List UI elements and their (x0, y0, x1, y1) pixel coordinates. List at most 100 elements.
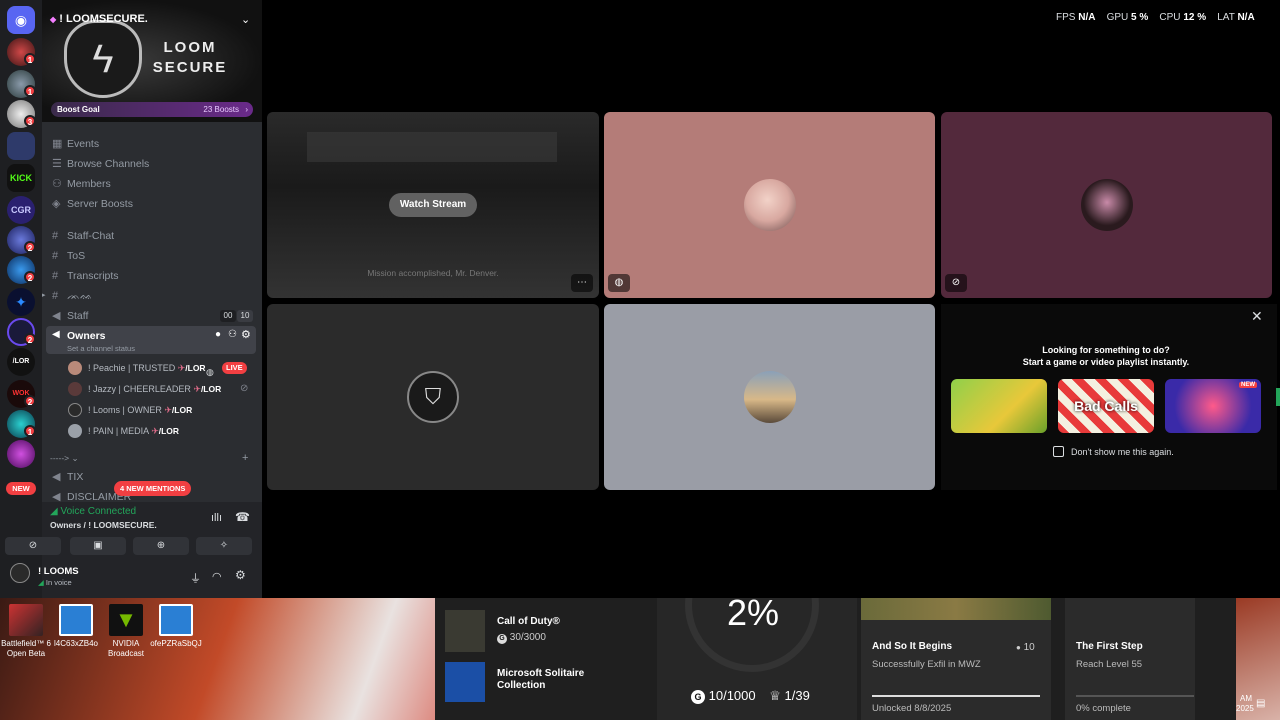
new-mentions-pill[interactable]: 4 NEW MENTIONS (114, 481, 192, 496)
participant-tile[interactable]: ⛉ (267, 304, 599, 490)
banner-text: LOOM SECURE (152, 39, 228, 76)
voice-stage: FPS N/A GPU 5 % CPU 12 % LAT N/A Watch S… (262, 0, 1280, 598)
edge-indicator (1276, 388, 1280, 406)
progress-percent: 2% (727, 592, 780, 633)
voice-user[interactable]: ! Looms | OWNER ✈/LOR (68, 400, 192, 420)
hashtag-icon: # (52, 230, 59, 242)
more-options-icon[interactable]: ⋯ (571, 274, 593, 292)
kick-server-icon[interactable]: KICK (7, 164, 35, 192)
screenshare-icon: ▣ (93, 540, 103, 551)
desktop-icon-file-2[interactable]: ofePZRaSbQJ (144, 604, 208, 649)
new-unreads-pill[interactable]: NEW (6, 482, 36, 495)
battlefield-icon (9, 604, 43, 636)
menu-server-boosts[interactable]: ◈ Server Boosts (50, 194, 254, 214)
channel-transcripts[interactable]: # Transcripts (50, 266, 254, 286)
camera-off-icon: ⊘ (28, 540, 38, 551)
stream-tile[interactable]: Watch Stream Mission accomplished, Mr. D… (267, 112, 599, 298)
participant-tile[interactable]: ◍ (604, 112, 935, 298)
signal-icon: ◢ (50, 506, 58, 517)
menu-events[interactable]: ▦ Events (50, 134, 254, 154)
solitaire-thumbnail (445, 662, 485, 702)
unread-badge: 2 (24, 333, 36, 345)
voice-channel-staff[interactable]: ◀ Staff 00 10 (50, 306, 254, 326)
discord-home-icon[interactable]: ◉ (7, 6, 35, 34)
voice-user[interactable]: ! PAIN | MEDIA ✈/LOR (68, 421, 179, 441)
speaker-icon: ◀ (52, 329, 60, 340)
stream-caption: Mission accomplished, Mr. Denver. (367, 268, 499, 278)
voice-user[interactable]: ! Peachie | TRUSTED ✈/LOR ◍ LIVE (68, 358, 247, 378)
noise-suppression-icon[interactable]: ıllı (211, 512, 222, 524)
achievement-1-art (861, 598, 1051, 620)
achievement-1-bar (872, 695, 1040, 697)
chevron-down-icon[interactable]: ⌄ (241, 13, 250, 26)
screenshare-button[interactable]: ▣ (70, 537, 126, 555)
user-settings-gear-icon[interactable]: ⚙ (235, 568, 246, 582)
game-card-last-show[interactable]: NEW (1165, 379, 1261, 433)
participant-tile[interactable]: ⊘ (941, 112, 1272, 298)
discord-window: ◉ 1 1 3 KICK CGR 2 2 ✦ 2 /LOR WOK 2 1 NE… (0, 0, 1280, 598)
close-icon[interactable]: ✕ (1251, 308, 1263, 325)
user-limit: 10 (237, 310, 253, 322)
chat-icon[interactable]: ● (215, 329, 221, 340)
watch-stream-button[interactable]: Watch Stream (389, 193, 477, 217)
participant-tile[interactable] (604, 304, 935, 490)
voice-location[interactable]: Owners / ! LOOMSECURE. (50, 520, 157, 530)
voice-user[interactable]: ! Jazzy | CHEERLEADER ✈/LOR ⊘ (68, 379, 248, 399)
voice-icon: ◢ (38, 578, 44, 587)
avatar (68, 403, 82, 417)
taskbar-clock[interactable]: AM 2025 (1236, 694, 1254, 714)
channel-tos[interactable]: # ToS (50, 246, 254, 266)
lor-server-icon[interactable]: /LOR (7, 348, 35, 376)
user-name[interactable]: ! LOOMS (38, 566, 79, 577)
achievement-card-2[interactable]: The First Step Reach Level 55 0% complet… (1065, 598, 1195, 720)
server-name[interactable]: ◆ ! LOOMSECURE. (50, 13, 148, 25)
server-icon[interactable] (7, 132, 35, 160)
chevron-down-icon: ⌄ (71, 453, 79, 463)
participant-avatar (1081, 179, 1133, 231)
game-card-farm[interactable] (951, 379, 1047, 433)
server-list: ◉ 1 1 3 KICK CGR 2 2 ✦ 2 /LOR WOK 2 1 NE… (0, 0, 42, 598)
activity-button[interactable]: ⊕ (133, 537, 189, 555)
menu-members[interactable]: ⚇ Members (50, 174, 254, 194)
user-count: 00 (220, 310, 236, 322)
channel-staff-chat[interactable]: # Staff-Chat (50, 226, 254, 246)
server-icon[interactable] (7, 440, 35, 468)
server-icon[interactable]: ✦ (7, 288, 35, 316)
game1-title[interactable]: Call of Duty® (497, 616, 560, 627)
file-icon (159, 604, 193, 636)
speaker-icon: ◀ (52, 471, 61, 483)
voice-connected[interactable]: ◢ Voice Connected (50, 506, 136, 517)
disconnect-icon[interactable]: ☎ (235, 510, 250, 524)
stream-scene (307, 132, 557, 162)
hashtag-icon: # (52, 250, 59, 262)
menu-browse-channels[interactable]: ☰ Browse Channels (50, 154, 254, 174)
user-avatar[interactable] (10, 563, 30, 583)
cgr-server-icon[interactable]: CGR (7, 196, 35, 224)
boost-icon: ◈ (52, 198, 61, 210)
voice-channel-owners-selected[interactable]: ◀ Owners Set a channel status ● ⚇ ⚙ (46, 326, 256, 354)
headphones-icon[interactable]: ◠ (212, 570, 222, 583)
soundboard-button[interactable]: ✧ (196, 537, 252, 555)
dont-show-checkbox[interactable] (1053, 446, 1064, 457)
channel-status-input[interactable]: Set a channel status (67, 344, 135, 353)
gear-icon[interactable]: ⚙ (241, 328, 251, 341)
channel-symbols[interactable]: ▸ # ᨏᨐ (42, 286, 254, 306)
microphone-icon[interactable]: ⏚ (190, 570, 201, 586)
game2-title[interactable]: Microsoft Solitaire Collection (497, 668, 607, 692)
unread-badge: 1 (24, 53, 36, 65)
camera-button[interactable]: ⊘ (5, 537, 61, 555)
speaker-icon: ◀ (52, 310, 61, 322)
achievement-1-unlocked: Unlocked 8/8/2025 (872, 703, 952, 714)
gamebar-achievements-widget: Call of Duty® G 30/3000 Microsoft Solita… (435, 538, 1235, 720)
game-card-bad-calls[interactable]: Bad Calls (1058, 379, 1154, 433)
activity-suggestion-panel: ✕ Looking for something to do? Start a g… (941, 304, 1277, 490)
unread-badge: 1 (24, 85, 36, 97)
notification-icon[interactable]: ▤ (1256, 698, 1265, 709)
rocket-icon: ✈ (193, 384, 201, 394)
live-badge: LIVE (222, 362, 247, 374)
category-divider[interactable]: -----> ⌄ (50, 453, 79, 464)
boost-goal-bar[interactable]: Boost Goal 23 Boosts › (51, 102, 253, 117)
invite-icon[interactable]: ⚇ (228, 329, 237, 340)
achievement-card-1[interactable]: And So It Begins Successfully Exfil in M… (861, 598, 1051, 720)
add-channel-icon[interactable]: + (242, 452, 248, 464)
